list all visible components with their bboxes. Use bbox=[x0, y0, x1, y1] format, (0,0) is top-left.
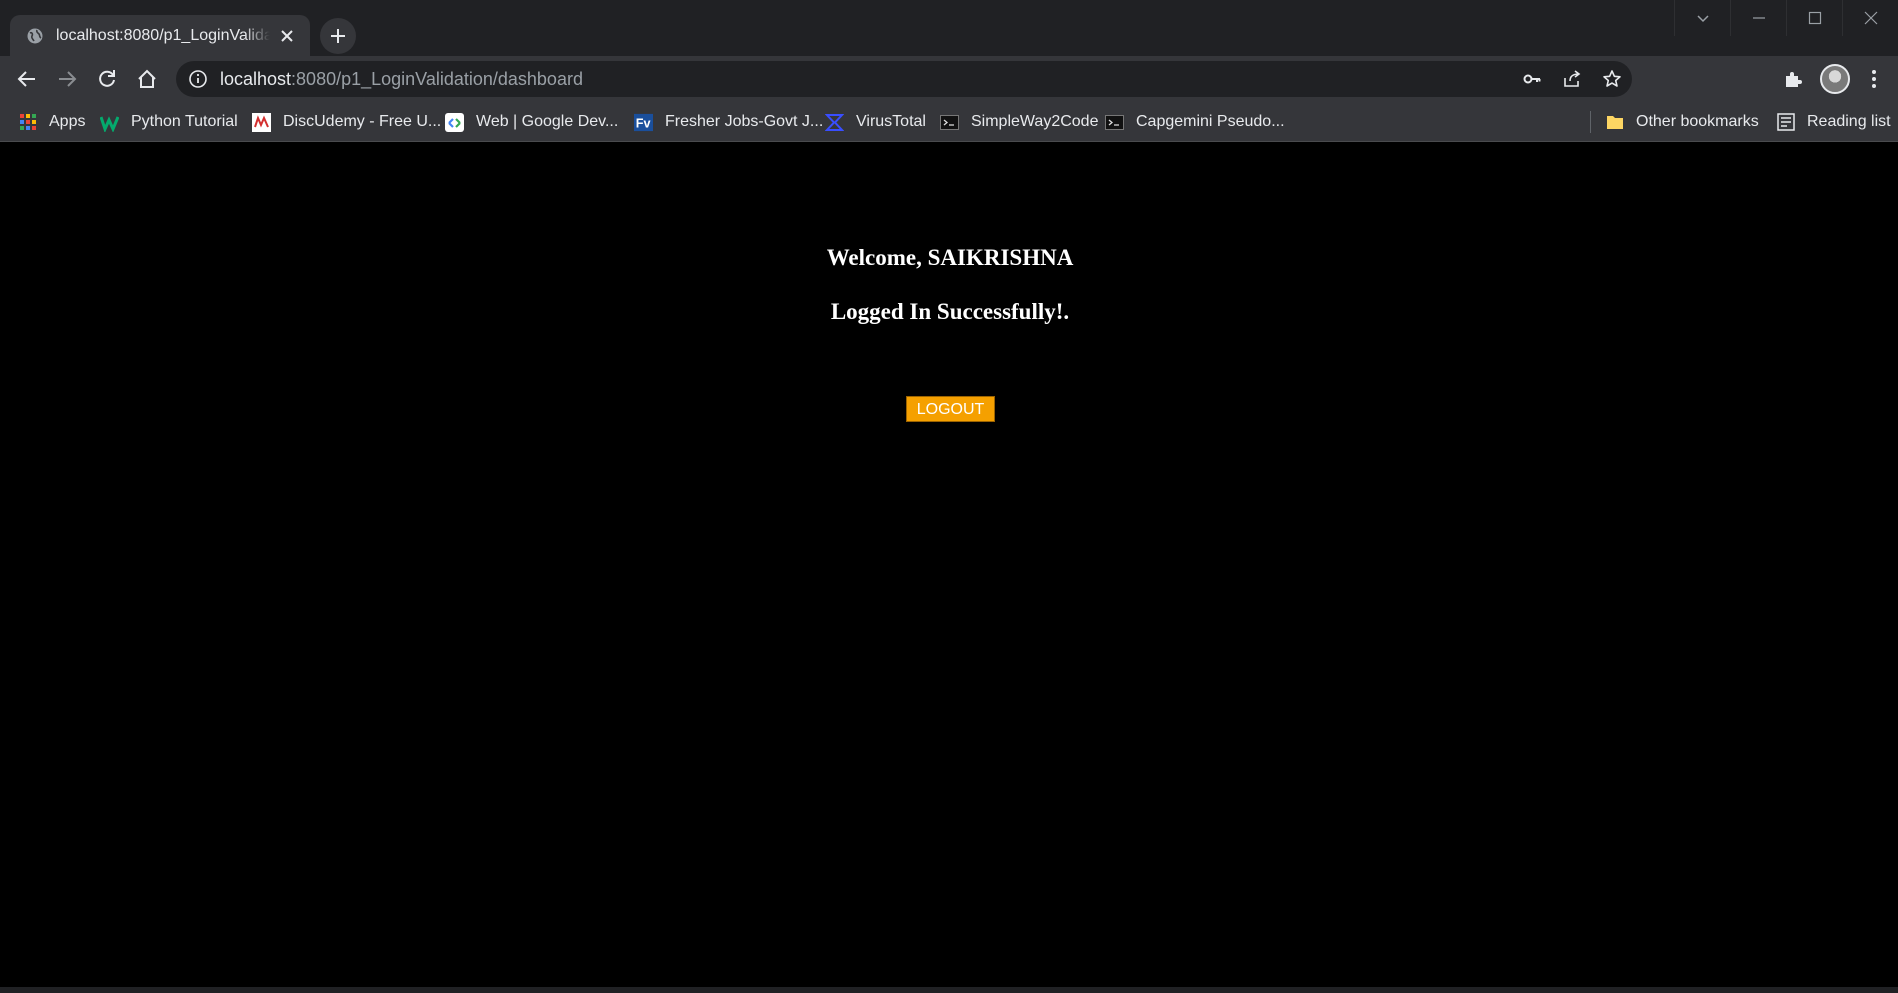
bookmark-label: Web | Google Dev... bbox=[476, 113, 619, 130]
bookmark-google-dev[interactable]: Web | Google Dev... bbox=[445, 102, 618, 142]
extensions-button[interactable] bbox=[1777, 63, 1809, 95]
menu-button[interactable] bbox=[1858, 63, 1890, 95]
puzzle-icon bbox=[1786, 72, 1802, 87]
arrow-right-icon bbox=[59, 71, 77, 87]
close-window-button[interactable] bbox=[1842, 0, 1898, 36]
welcome-heading: Welcome, SAIKRISHNA bbox=[826, 245, 1074, 270]
svg-text:Fv: Fv bbox=[636, 116, 651, 130]
bookmark-label: Python Tutorial bbox=[131, 113, 238, 130]
bookmark-apps[interactable]: Apps bbox=[18, 102, 85, 142]
kebab-menu-icon bbox=[1872, 70, 1876, 88]
virustotal-icon bbox=[825, 113, 844, 132]
new-tab-button[interactable] bbox=[320, 18, 356, 54]
info-icon[interactable] bbox=[188, 69, 208, 89]
bookmark-label: VirusTotal bbox=[856, 113, 926, 130]
discudemy-icon bbox=[252, 112, 271, 132]
maximize-button[interactable] bbox=[1786, 0, 1842, 36]
w3-icon bbox=[100, 113, 119, 132]
reading-list-icon bbox=[1776, 113, 1795, 132]
bookmark-python-tutorial[interactable]: Python Tutorial bbox=[100, 102, 238, 142]
window-controls bbox=[1674, 0, 1898, 36]
back-button[interactable] bbox=[11, 63, 43, 95]
bookmark-simpleway2code[interactable]: SimpleWay2Code bbox=[940, 102, 1098, 142]
home-button[interactable] bbox=[131, 63, 163, 95]
fv-icon: Fv bbox=[634, 113, 653, 132]
tab-strip: localhost:8080/p1_LoginValidation/dashbo… bbox=[0, 0, 1898, 56]
reading-list-button[interactable]: Reading list bbox=[1776, 102, 1891, 142]
forward-button[interactable] bbox=[51, 63, 83, 95]
other-bookmarks-label: Other bookmarks bbox=[1636, 113, 1759, 130]
profile-avatar[interactable] bbox=[1820, 64, 1850, 94]
bookmark-fresher-jobs[interactable]: Fv Fresher Jobs-Govt J... bbox=[634, 102, 823, 142]
reload-button[interactable] bbox=[91, 63, 123, 95]
star-icon[interactable] bbox=[1602, 69, 1622, 89]
bookmarks-divider bbox=[1590, 111, 1591, 133]
bookmark-discudemy[interactable]: DiscUdemy - Free U... bbox=[252, 102, 441, 142]
minimize-button[interactable] bbox=[1730, 0, 1786, 36]
bookmarks-bar: Apps Python Tutorial DiscUdemy - Free U.… bbox=[0, 102, 1898, 142]
key-icon[interactable] bbox=[1522, 69, 1542, 89]
chevron-down-icon bbox=[1696, 15, 1709, 23]
bookmark-label: DiscUdemy - Free U... bbox=[283, 113, 442, 130]
reload-icon bbox=[99, 70, 115, 87]
address-bar-actions bbox=[1522, 61, 1622, 97]
url-path: :8080/p1_LoginValidation/dashboard bbox=[291, 68, 583, 89]
bookmark-virustotal[interactable]: VirusTotal bbox=[825, 102, 926, 142]
reading-list-label: Reading list bbox=[1807, 113, 1891, 130]
plus-icon bbox=[331, 29, 345, 43]
terminal-icon bbox=[1105, 113, 1124, 132]
bookmark-capgemini[interactable]: Capgemini Pseudo... bbox=[1105, 102, 1285, 142]
folder-icon bbox=[1605, 113, 1624, 132]
close-icon bbox=[1864, 11, 1877, 25]
maximize-icon bbox=[1808, 11, 1821, 25]
home-icon bbox=[138, 69, 156, 88]
browser-toolbar: localhost:8080/p1_LoginValidation/dashbo… bbox=[0, 56, 1898, 102]
share-icon[interactable] bbox=[1562, 69, 1582, 89]
minimize-icon bbox=[1752, 17, 1765, 19]
terminal-icon bbox=[940, 113, 959, 132]
url-host: localhost bbox=[220, 68, 292, 89]
logout-button[interactable]: LOGOUT bbox=[906, 396, 995, 422]
apps-grid-icon bbox=[18, 113, 37, 132]
browser-tab[interactable]: localhost:8080/p1_LoginValidation/dashbo… bbox=[10, 15, 310, 56]
url-text[interactable]: localhost:8080/p1_LoginValidation/dashbo… bbox=[220, 69, 583, 90]
tab-title: localhost:8080/p1_LoginValidation/dashbo… bbox=[56, 26, 270, 44]
other-bookmarks-folder[interactable]: Other bookmarks bbox=[1605, 102, 1759, 142]
close-icon[interactable] bbox=[278, 27, 296, 45]
arrow-left-icon bbox=[17, 71, 35, 87]
login-success-message: Logged In Successfully!. bbox=[830, 299, 1070, 324]
bookmark-label: Fresher Jobs-Govt J... bbox=[665, 113, 824, 130]
address-bar[interactable]: localhost:8080/p1_LoginValidation/dashbo… bbox=[176, 61, 1632, 97]
google-dev-icon bbox=[445, 112, 464, 132]
bookmark-label: Capgemini Pseudo... bbox=[1136, 113, 1285, 130]
page-content: Welcome, SAIKRISHNA Logged In Successful… bbox=[0, 143, 1898, 987]
globe-icon bbox=[27, 28, 43, 43]
window-bottom-edge bbox=[0, 987, 1898, 993]
tab-search-button[interactable] bbox=[1674, 0, 1730, 36]
bookmark-label: Apps bbox=[49, 113, 86, 130]
bookmark-label: SimpleWay2Code bbox=[971, 113, 1099, 130]
